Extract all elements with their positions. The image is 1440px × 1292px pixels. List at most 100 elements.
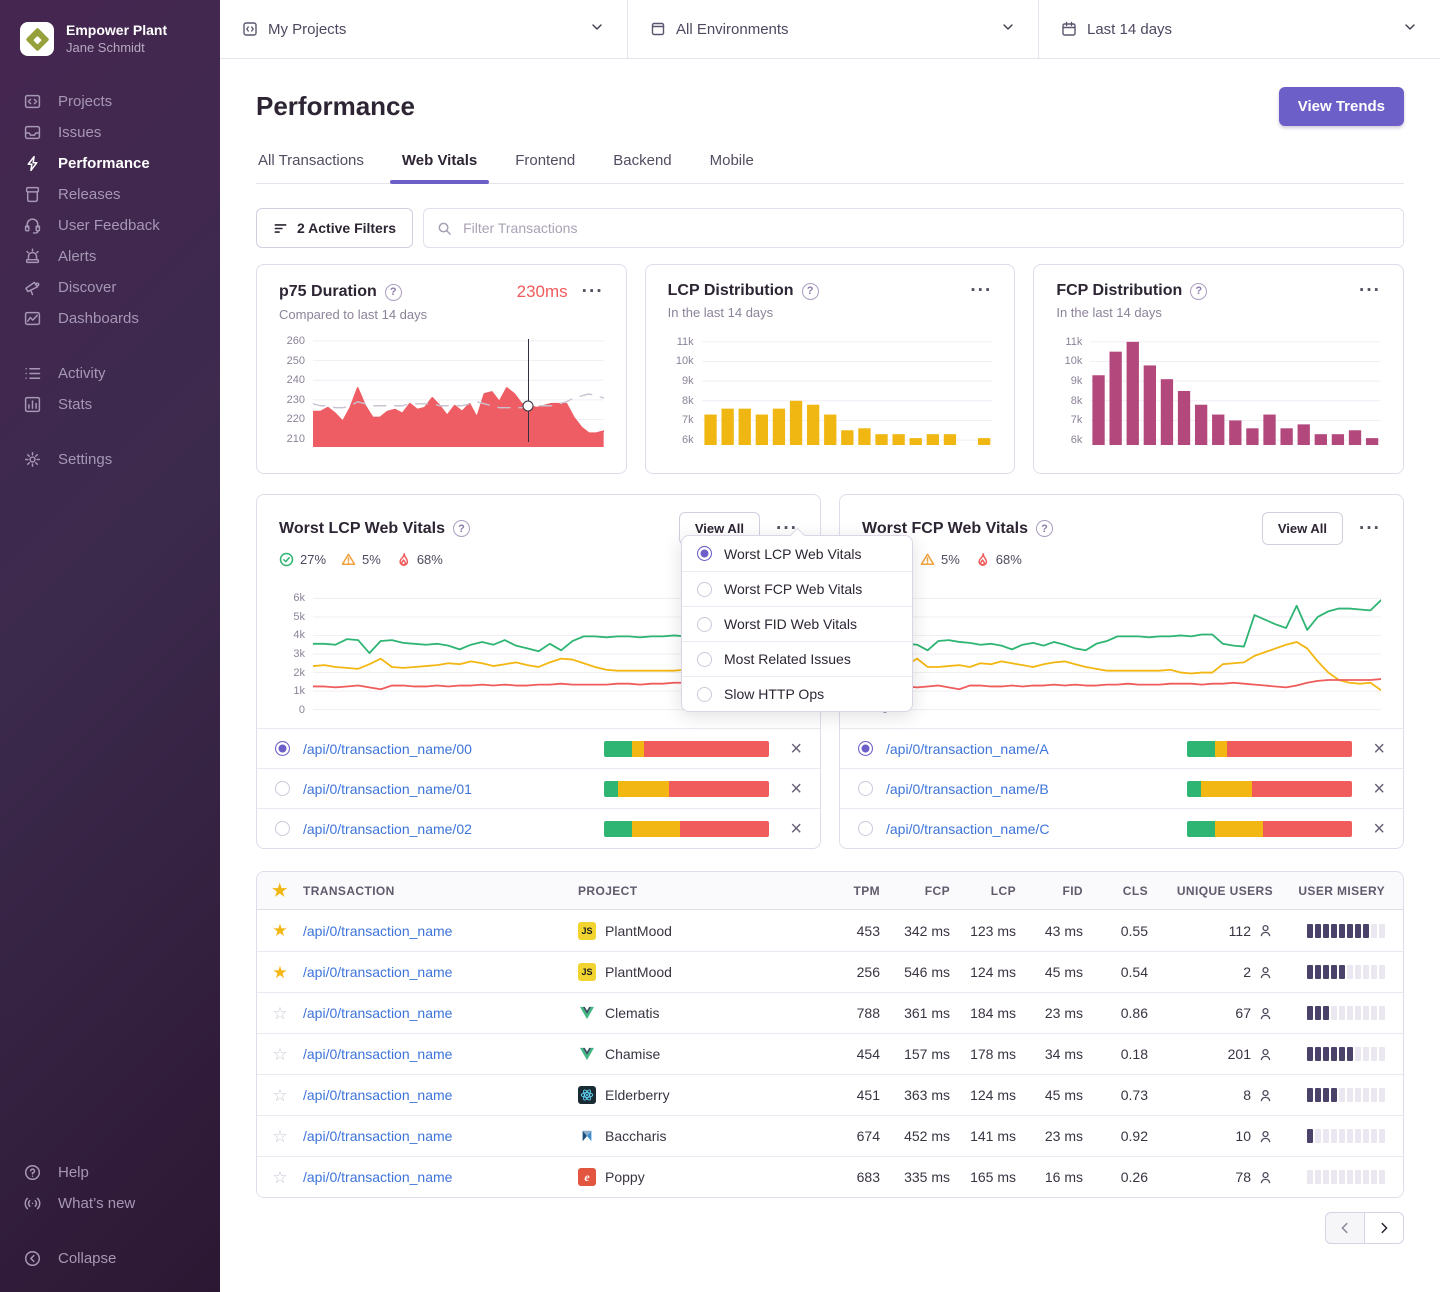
close-icon[interactable]: ×: [1373, 819, 1385, 839]
column-header-tpm[interactable]: TPM: [808, 884, 880, 898]
sidebar-item-stats[interactable]: Stats: [0, 389, 220, 420]
column-header-fcp[interactable]: FCP: [880, 884, 950, 898]
option-radio[interactable]: [697, 687, 712, 702]
column-header-cls[interactable]: CLS: [1083, 884, 1148, 898]
transaction-radio[interactable]: [858, 741, 873, 756]
column-header-user-misery[interactable]: USER MISERY: [1273, 884, 1403, 898]
column-header-unique-users[interactable]: UNIQUE USERS: [1148, 884, 1273, 898]
dropdown-option-3[interactable]: Most Related Issues: [682, 641, 912, 676]
transaction-link[interactable]: /api/0/transaction_name: [303, 1128, 452, 1144]
help-icon[interactable]: ?: [802, 283, 819, 300]
transaction-radio[interactable]: [275, 741, 290, 756]
transaction-link[interactable]: /api/0/transaction_name: [303, 964, 452, 980]
sidebar-item-settings[interactable]: Settings: [0, 444, 220, 475]
axis-tick: 220: [287, 413, 305, 425]
help-icon[interactable]: ?: [1190, 283, 1207, 300]
dropdown-option-1[interactable]: Worst FCP Web Vitals: [682, 571, 912, 606]
close-icon[interactable]: ×: [1373, 739, 1385, 759]
view-all-button[interactable]: View All: [1262, 512, 1343, 545]
help-icon[interactable]: ?: [385, 284, 402, 301]
card-menu-icon[interactable]: ···: [1359, 523, 1381, 534]
option-radio[interactable]: [697, 546, 712, 561]
sidebar-item-releases[interactable]: Releases: [0, 179, 220, 210]
transaction-link[interactable]: /api/0/transaction_name: [303, 923, 452, 939]
transaction-radio[interactable]: [858, 821, 873, 836]
active-filters-button[interactable]: 2 Active Filters: [256, 208, 413, 248]
column-header-project[interactable]: PROJECT: [578, 884, 808, 898]
star-icon[interactable]: ☆: [272, 1046, 287, 1063]
column-header-transaction[interactable]: TRANSACTION: [303, 884, 578, 898]
dropdown-option-4[interactable]: Slow HTTP Ops: [682, 676, 912, 711]
help-icon[interactable]: ?: [453, 520, 470, 537]
sidebar-item-help[interactable]: Help: [0, 1157, 220, 1188]
transaction-link[interactable]: /api/0/transaction_name/02: [303, 821, 472, 837]
sidebar-item-label: Performance: [58, 155, 150, 172]
close-icon[interactable]: ×: [790, 779, 802, 799]
sidebar-item-activity[interactable]: Activity: [0, 358, 220, 389]
close-icon[interactable]: ×: [790, 739, 802, 759]
misery-segment: [1379, 1006, 1385, 1020]
star-icon[interactable]: ☆: [272, 1128, 287, 1145]
sidebar-item-whats-new[interactable]: What’s new: [0, 1188, 220, 1219]
sidebar-item-performance[interactable]: Performance: [0, 148, 220, 179]
next-page-button[interactable]: [1364, 1212, 1404, 1244]
tab-mobile[interactable]: Mobile: [708, 148, 756, 183]
transaction-link[interactable]: /api/0/transaction_name/C: [886, 821, 1049, 837]
sidebar-item-discover[interactable]: Discover: [0, 272, 220, 303]
tab-frontend[interactable]: Frontend: [513, 148, 577, 183]
sidebar-item-projects[interactable]: Projects: [0, 86, 220, 117]
sidebar-group: Settings: [0, 444, 220, 475]
card-menu-icon[interactable]: ···: [1359, 285, 1381, 296]
sidebar-item-user-feedback[interactable]: User Feedback: [0, 210, 220, 241]
column-header-lcp[interactable]: LCP: [950, 884, 1016, 898]
transaction-radio[interactable]: [275, 781, 290, 796]
close-icon[interactable]: ×: [1373, 779, 1385, 799]
previous-page-button[interactable]: [1325, 1212, 1365, 1244]
option-radio[interactable]: [697, 652, 712, 667]
dropdown-option-2[interactable]: Worst FID Web Vitals: [682, 606, 912, 641]
tab-all-transactions[interactable]: All Transactions: [256, 148, 366, 183]
cls-cell: 0.92: [1083, 1128, 1148, 1144]
transaction-radio[interactable]: [275, 821, 290, 836]
transaction-link[interactable]: /api/0/transaction_name: [303, 1005, 452, 1021]
column-header-fid[interactable]: FID: [1016, 884, 1083, 898]
sidebar-item-issues[interactable]: Issues: [0, 117, 220, 148]
environment-filter-dropdown[interactable]: All Environments: [627, 0, 1038, 58]
transaction-link[interactable]: /api/0/transaction_name: [303, 1046, 452, 1062]
transaction-link[interactable]: /api/0/transaction_name: [303, 1087, 452, 1103]
transaction-link[interactable]: /api/0/transaction_name/B: [886, 781, 1049, 797]
cls-cell: 0.18: [1083, 1046, 1148, 1062]
misery-segment: [1323, 1047, 1329, 1061]
card-menu-icon[interactable]: ···: [970, 285, 992, 296]
dropdown-option-0[interactable]: Worst LCP Web Vitals: [682, 536, 912, 571]
option-radio[interactable]: [697, 617, 712, 632]
tab-backend[interactable]: Backend: [611, 148, 673, 183]
card-menu-icon[interactable]: ···: [582, 286, 604, 297]
date-range-dropdown[interactable]: Last 14 days: [1038, 0, 1440, 58]
transaction-link[interactable]: /api/0/transaction_name: [303, 1169, 452, 1185]
help-icon[interactable]: ?: [1036, 520, 1053, 537]
org-switcher[interactable]: Empower Plant Jane Schmidt: [0, 16, 220, 56]
close-icon[interactable]: ×: [790, 819, 802, 839]
view-trends-button[interactable]: View Trends: [1279, 87, 1404, 126]
transaction-radio[interactable]: [858, 781, 873, 796]
option-radio[interactable]: [697, 582, 712, 597]
star-icon[interactable]: ★: [272, 922, 287, 939]
sidebar-item-dashboards[interactable]: Dashboards: [0, 303, 220, 334]
star-icon[interactable]: ☆: [272, 1169, 287, 1186]
transaction-link[interactable]: /api/0/transaction_name/01: [303, 781, 472, 797]
transaction-link[interactable]: /api/0/transaction_name/00: [303, 741, 472, 757]
star-icon[interactable]: ☆: [272, 1087, 287, 1104]
tab-web-vitals[interactable]: Web Vitals: [400, 148, 479, 183]
search-input[interactable]: [461, 219, 1390, 237]
tpm-cell: 674: [808, 1128, 880, 1144]
meh-segment: [632, 821, 680, 837]
star-icon[interactable]: ☆: [272, 1005, 287, 1022]
sidebar-item-collapse[interactable]: Collapse: [0, 1243, 220, 1274]
sidebar-item-label: Settings: [58, 451, 112, 468]
transaction-link[interactable]: /api/0/transaction_name/A: [886, 741, 1049, 757]
project-filter-dropdown[interactable]: My Projects: [220, 0, 627, 58]
axis-tick: 6k: [1071, 434, 1083, 446]
star-icon[interactable]: ★: [272, 964, 287, 981]
sidebar-item-alerts[interactable]: Alerts: [0, 241, 220, 272]
